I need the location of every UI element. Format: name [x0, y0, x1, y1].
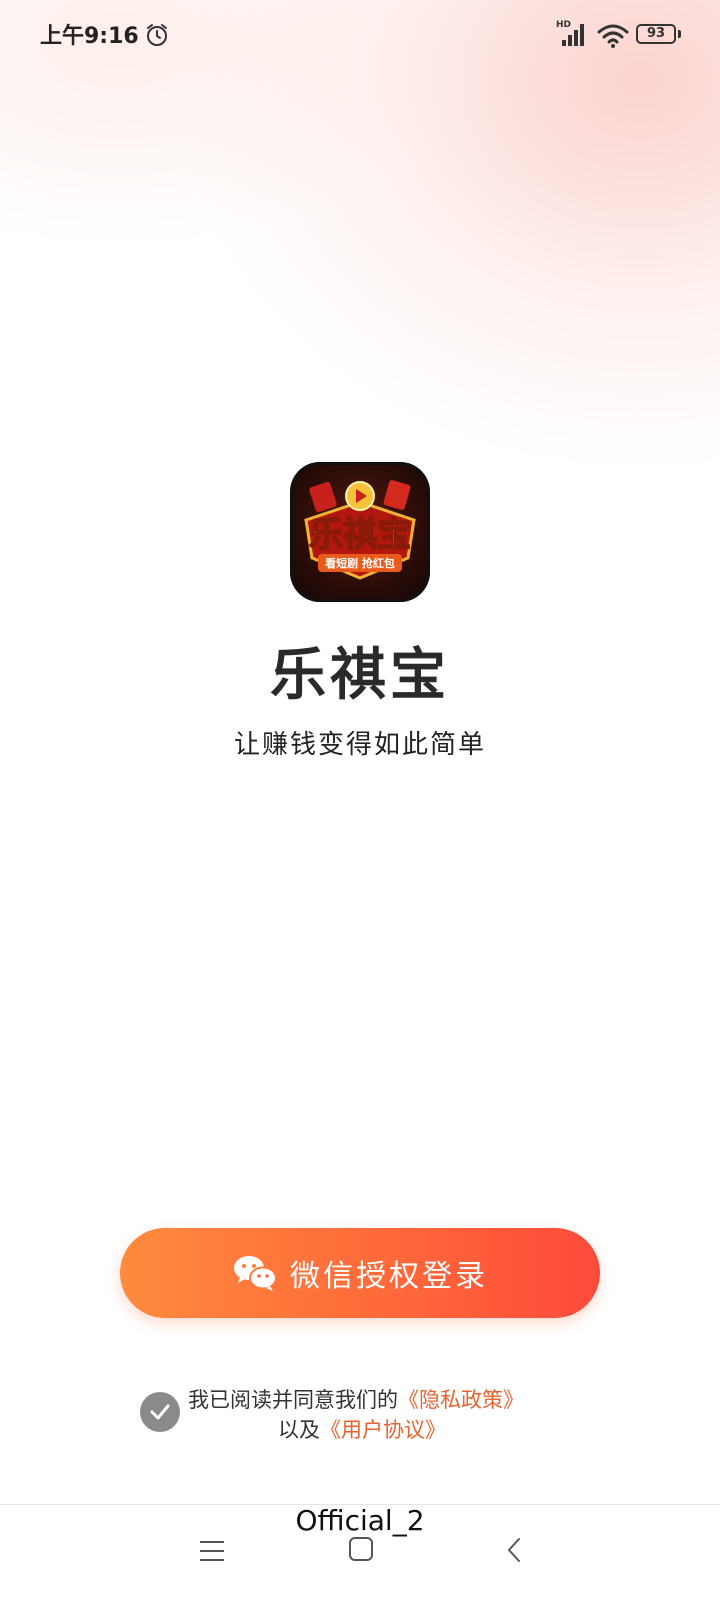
app-logo: 乐祺宝 看短剧 抢红包 [290, 462, 430, 602]
agreement-checkbox[interactable] [140, 1392, 180, 1432]
user-agreement-link[interactable]: 《用户协议》 [320, 1418, 446, 1442]
alarm-icon [147, 24, 167, 46]
agreement-middle: 以及 [278, 1418, 320, 1442]
agreement-text: 我已阅读并同意我们的《隐私政策》 [188, 1384, 524, 1414]
signal-icon: HD [556, 20, 590, 48]
logo-subtext: 看短剧 抢红包 [325, 556, 395, 570]
back-icon[interactable] [504, 1536, 524, 1564]
wechat-icon [234, 1256, 277, 1291]
battery-icon: 93 [636, 24, 676, 44]
logo-text: 乐祺宝 [309, 515, 411, 555]
menu-icon[interactable] [198, 1538, 226, 1564]
wifi-icon [597, 24, 629, 48]
home-icon[interactable] [348, 1536, 374, 1562]
privacy-policy-link[interactable]: 《隐私政策》 [398, 1388, 524, 1412]
check-icon [150, 1404, 170, 1420]
status-bar: 上午9:16 HD 93 [0, 0, 720, 70]
agreement-text-line2: 以及《用户协议》 [278, 1414, 446, 1444]
app-slogan: 让赚钱变得如此简单 [233, 730, 486, 760]
battery-level: 93 [646, 26, 666, 41]
status-time: 上午9:16 [40, 24, 139, 49]
agreement-prefix: 我已阅读并同意我们的 [188, 1388, 398, 1412]
battery-tip [678, 30, 681, 38]
wechat-login-button[interactable]: 微信授权登录 [120, 1228, 600, 1318]
app-name: 乐祺宝 [270, 643, 450, 708]
login-button-label: 微信授权登录 [290, 1259, 488, 1294]
watermark-text: Official_2 [295, 1504, 425, 1537]
